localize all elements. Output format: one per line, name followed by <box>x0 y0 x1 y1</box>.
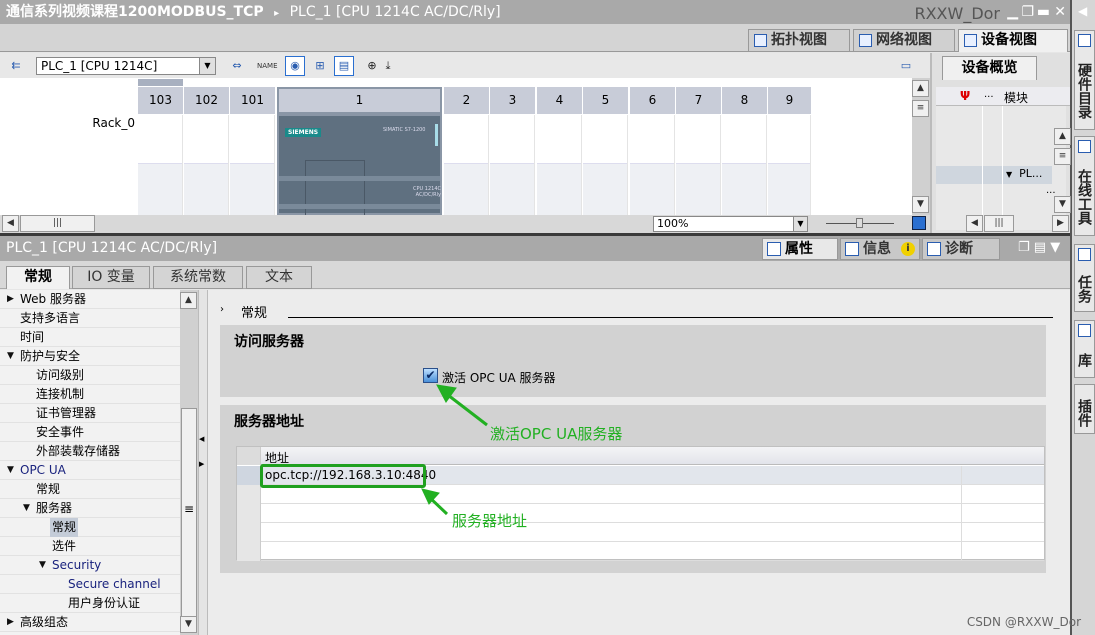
tab-hardware-catalog[interactable]: 硬件目录 <box>1074 30 1095 130</box>
tab-library[interactable]: 库 <box>1074 320 1095 378</box>
library-icon <box>1078 324 1091 337</box>
tab-label: 库 <box>1076 353 1092 367</box>
tab-label: 插件 <box>1076 399 1092 427</box>
task-card-strip: ◀ 硬件目录 在线工具 任务 库 插件 <box>1070 0 1095 635</box>
annotation-arrows <box>421 384 488 516</box>
checkbox-annotation: 激活OPC UA服务器 <box>490 425 623 443</box>
arrow-head <box>421 488 440 505</box>
collapse-arrow-icon[interactable]: ◀ <box>1078 4 1087 18</box>
tab-online-tools[interactable]: 在线工具 <box>1074 136 1095 236</box>
address-annotation: 服务器地址 <box>452 512 528 530</box>
online-tools-icon <box>1078 140 1091 153</box>
tab-label: 任务 <box>1076 275 1092 303</box>
tab-tasks[interactable]: 任务 <box>1074 244 1095 312</box>
tab-label: 在线工具 <box>1076 169 1092 225</box>
tab-label: 硬件目录 <box>1076 63 1092 119</box>
catalog-icon <box>1078 34 1091 47</box>
arrow-to-checkbox <box>443 390 488 427</box>
watermark: CSDN @RXXW_Dor <box>966 615 1081 629</box>
tab-addins[interactable]: 插件 <box>1074 384 1095 434</box>
tasks-icon <box>1078 248 1091 261</box>
